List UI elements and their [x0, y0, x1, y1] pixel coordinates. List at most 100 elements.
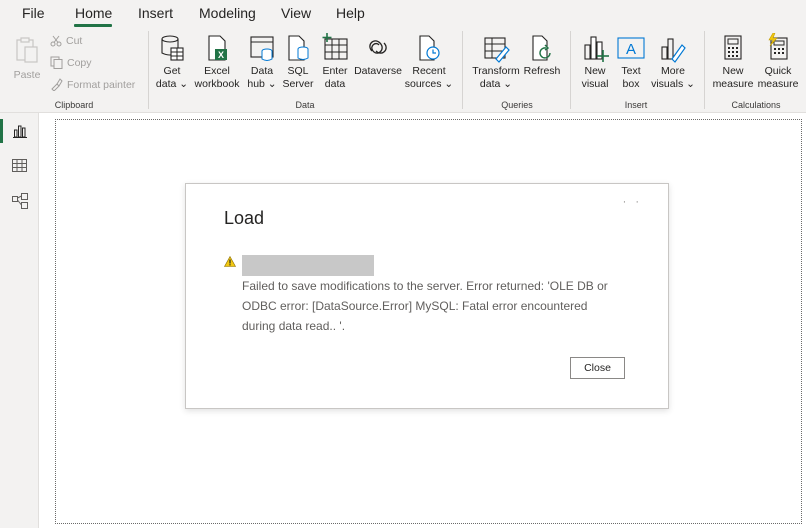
quick-measure-label-2: measure — [757, 78, 799, 90]
excel-label-2: workbook — [194, 78, 240, 90]
refresh-button[interactable]: Refresh — [522, 33, 562, 78]
format-painter-icon — [51, 78, 63, 91]
insert-group-label: Insert — [624, 100, 648, 110]
calculator-icon — [724, 35, 742, 60]
enter-data-button[interactable]: Enter data — [318, 33, 352, 91]
cut-label: Cut — [66, 35, 83, 47]
paste-label: Paste — [13, 69, 41, 81]
scissors-icon — [50, 35, 62, 47]
copy-label: Copy — [67, 56, 92, 69]
report-view-button[interactable] — [0, 115, 39, 147]
data-group-label: Data — [295, 100, 315, 110]
sql-server-icon — [288, 35, 309, 61]
excel-icon: X — [208, 35, 227, 61]
dialog-title: Load — [224, 208, 265, 228]
ribbon-separator — [462, 31, 463, 109]
ribbon-separator — [148, 31, 149, 109]
text-box-label-2: box — [622, 78, 640, 90]
close-button[interactable]: Close — [570, 357, 625, 379]
table-plus-icon — [322, 33, 348, 60]
model-icon — [11, 193, 28, 209]
clipboard-group-label: Clipboard — [54, 100, 94, 110]
new-visual-icon — [584, 36, 609, 62]
transform-data-button[interactable]: Transform data ⌄ — [469, 33, 523, 91]
menu-insert[interactable]: Insert — [138, 5, 173, 21]
text-box-icon: A — [617, 37, 645, 59]
text-box-label-1: Text — [621, 65, 641, 77]
table-icon — [12, 158, 27, 172]
quick-measure-button[interactable]: Quick measure — [756, 33, 800, 91]
queries-group-label: Queries — [501, 100, 533, 110]
more-visuals-button[interactable]: More visuals ⌄ — [651, 33, 695, 91]
sql-server-button[interactable]: SQL Server — [281, 33, 315, 91]
get-data-label-1: Get — [163, 65, 181, 77]
bar-chart-icon — [12, 125, 27, 138]
data-hub-icon — [250, 36, 274, 61]
svg-text:A: A — [626, 41, 636, 58]
refresh-icon — [532, 35, 551, 61]
more-visuals-label-2: visuals ⌄ — [651, 78, 695, 90]
menu-home[interactable]: Home — [75, 5, 112, 21]
view-switcher-rail — [0, 113, 39, 528]
menu-help[interactable]: Help — [336, 5, 365, 21]
new-visual-button[interactable]: New visual — [577, 33, 613, 91]
paste-button[interactable]: Paste — [10, 35, 44, 82]
menu-view[interactable]: View — [281, 5, 311, 21]
new-measure-label-1: New — [722, 65, 744, 77]
database-icon — [161, 35, 184, 61]
data-hub-label-2: hub ⌄ — [247, 78, 277, 90]
quick-measure-icon — [768, 33, 788, 60]
new-visual-label-2: visual — [581, 78, 609, 90]
copy-button[interactable]: Copy — [50, 56, 92, 69]
sql-label-1: SQL — [287, 65, 309, 77]
get-data-label-2: data ⌄ — [155, 78, 189, 90]
quick-measure-label-1: Quick — [764, 65, 792, 77]
warning-icon — [224, 256, 236, 267]
excel-workbook-button[interactable]: X Excel workbook — [193, 33, 241, 91]
more-visuals-icon — [661, 38, 686, 63]
text-box-button[interactable]: A Text box — [614, 33, 648, 91]
dataverse-label: Dataverse — [354, 65, 402, 77]
new-measure-button[interactable]: New measure — [711, 33, 755, 91]
data-hub-label-1: Data — [250, 65, 274, 77]
model-view-button[interactable] — [0, 185, 39, 217]
error-message: Failed to save modifications to the serv… — [242, 279, 608, 333]
transform-label-2: data ⌄ — [479, 78, 513, 90]
format-painter-button[interactable]: Format painter — [50, 78, 135, 91]
cut-button[interactable]: Cut — [50, 35, 82, 47]
new-measure-label-2: measure — [712, 78, 754, 90]
new-visual-label-1: New — [584, 65, 606, 77]
dataverse-button[interactable]: Dataverse — [353, 33, 403, 78]
more-visuals-label-1: More — [661, 65, 685, 77]
calculations-group-label: Calculations — [731, 100, 781, 110]
recent-sources-icon — [419, 35, 440, 61]
get-data-button[interactable]: Get data ⌄ — [155, 33, 189, 91]
menu-modeling[interactable]: Modeling — [199, 5, 256, 21]
format-painter-label: Format painter — [67, 78, 136, 91]
refresh-label: Refresh — [523, 65, 561, 77]
copy-icon — [50, 56, 63, 69]
table-view-button[interactable] — [0, 149, 39, 181]
ribbon: Paste Cut Copy Format painter Clipboard … — [0, 27, 806, 113]
excel-label-1: Excel — [204, 65, 230, 77]
recent-sources-button[interactable]: Recent sources ⌄ — [404, 33, 454, 91]
svg-text:X: X — [218, 50, 224, 60]
active-view-indicator — [0, 119, 3, 143]
load-dialog: · · Load Failed to save modifications to… — [185, 183, 669, 409]
sql-label-2: Server — [282, 78, 314, 90]
transform-label-1: Transform — [472, 65, 520, 77]
data-hub-button[interactable]: Data hub ⌄ — [245, 33, 279, 91]
recent-sources-label-1: Recent — [412, 65, 446, 77]
paste-icon — [16, 37, 38, 63]
ribbon-separator — [570, 31, 571, 109]
enter-data-label-2: data — [324, 78, 346, 90]
menu-bar: File Home Insert Modeling View Help — [0, 0, 806, 27]
dataverse-icon — [369, 40, 387, 54]
dialog-more-options[interactable]: · · — [623, 196, 642, 208]
redacted-source-name — [242, 255, 374, 276]
menu-file[interactable]: File — [22, 5, 45, 21]
transform-data-icon — [484, 37, 510, 63]
ribbon-separator — [704, 31, 705, 109]
recent-sources-label-2: sources ⌄ — [404, 78, 454, 90]
enter-data-label-1: Enter — [322, 65, 348, 77]
